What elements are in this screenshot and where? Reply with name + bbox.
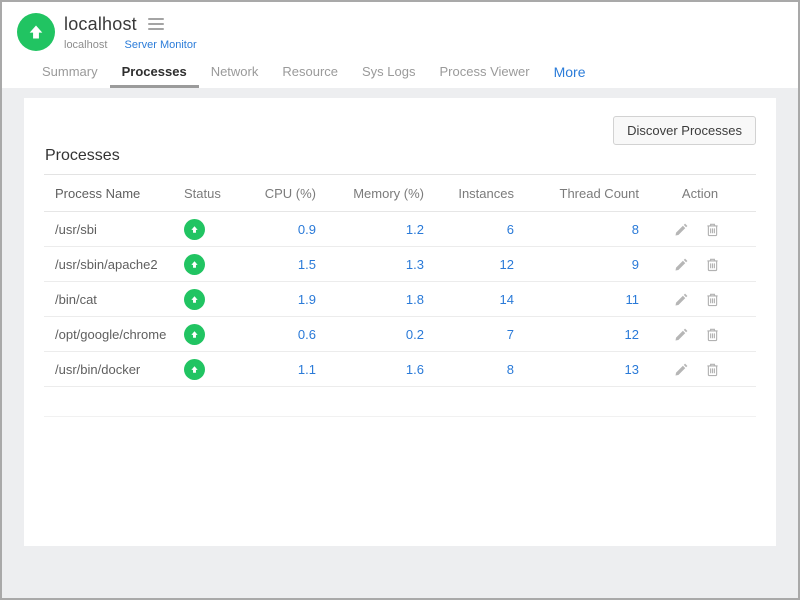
server-monitor-link[interactable]: Server Monitor: [124, 39, 196, 51]
empty-table-row: [44, 386, 756, 417]
pencil-icon[interactable]: [674, 362, 689, 377]
status-up-icon: [184, 253, 205, 275]
page-title: localhost: [64, 13, 137, 34]
cpu-value[interactable]: 1.5: [244, 246, 321, 282]
memory-value[interactable]: 1.6: [321, 351, 429, 387]
memory-value[interactable]: 1.3: [321, 246, 429, 282]
column-header-action: Action: [644, 175, 756, 212]
tab-processes[interactable]: Processes: [109, 58, 199, 88]
cpu-value[interactable]: 1.9: [244, 281, 321, 317]
tab-bar: Summary Processes Network Resource Sys L…: [17, 58, 798, 88]
process-name: /bin/cat: [44, 281, 179, 317]
instances-value[interactable]: 8: [429, 351, 519, 387]
tab-more[interactable]: More: [542, 58, 598, 88]
status-up-icon: [184, 358, 205, 380]
memory-value[interactable]: 0.2: [321, 316, 429, 352]
instances-value[interactable]: 7: [429, 316, 519, 352]
tab-summary[interactable]: Summary: [30, 58, 110, 88]
pencil-icon[interactable]: [674, 222, 689, 237]
trash-icon[interactable]: [705, 362, 720, 377]
threads-value[interactable]: 12: [519, 316, 644, 352]
trash-icon[interactable]: [705, 257, 720, 272]
table-row: /usr/sbin/apache2 1.5 1.3 12 9: [44, 246, 756, 282]
tab-process-viewer[interactable]: Process Viewer: [428, 58, 542, 88]
memory-value[interactable]: 1.8: [321, 281, 429, 317]
pencil-icon[interactable]: [674, 257, 689, 272]
threads-value[interactable]: 9: [519, 246, 644, 282]
instances-value[interactable]: 6: [429, 211, 519, 247]
breadcrumb: localhost Server Monitor: [64, 39, 197, 51]
cpu-value[interactable]: 1.1: [244, 351, 321, 387]
discover-processes-button[interactable]: Discover Processes: [613, 116, 756, 145]
column-header-process-name: Process Name: [44, 175, 179, 212]
pencil-icon[interactable]: [674, 292, 689, 307]
tab-resource[interactable]: Resource: [270, 58, 350, 88]
process-name: /usr/sbin/apache2: [44, 246, 179, 282]
instances-value[interactable]: 14: [429, 281, 519, 317]
status-up-icon: [184, 288, 205, 310]
table-header-row: Process Name Status CPU (%) Memory (%) I…: [44, 175, 756, 212]
app-header: localhost localhost Server Monitor Summa…: [2, 2, 798, 88]
status-up-icon: [184, 218, 205, 240]
table-row: /usr/bin/docker 1.1 1.6 8 13: [44, 351, 756, 387]
section-title: Processes: [44, 147, 756, 175]
processes-table: Process Name Status CPU (%) Memory (%) I…: [44, 175, 756, 417]
pencil-icon[interactable]: [674, 327, 689, 342]
column-header-memory: Memory (%): [321, 175, 429, 212]
table-row: /bin/cat 1.9 1.8 14 11: [44, 281, 756, 317]
host-status-icon: [17, 13, 55, 51]
page-content: Discover Processes Processes Process Nam…: [2, 88, 798, 598]
instances-value[interactable]: 12: [429, 246, 519, 282]
column-header-status: Status: [179, 175, 244, 212]
processes-card: Discover Processes Processes Process Nam…: [24, 98, 776, 546]
table-row: /usr/sbi 0.9 1.2 6 8: [44, 211, 756, 247]
tab-sys-logs[interactable]: Sys Logs: [350, 58, 427, 88]
breadcrumb-host: localhost: [64, 39, 108, 51]
column-header-instances: Instances: [429, 175, 519, 212]
threads-value[interactable]: 11: [519, 281, 644, 317]
threads-value[interactable]: 8: [519, 211, 644, 247]
threads-value[interactable]: 13: [519, 351, 644, 387]
up-arrow-icon: [29, 25, 43, 39]
tab-network[interactable]: Network: [199, 58, 271, 88]
column-header-thread-count: Thread Count: [519, 175, 644, 212]
memory-value[interactable]: 1.2: [321, 211, 429, 247]
process-name: /opt/google/chrome: [44, 316, 179, 352]
trash-icon[interactable]: [705, 292, 720, 307]
status-up-icon: [184, 323, 205, 345]
trash-icon[interactable]: [705, 222, 720, 237]
cpu-value[interactable]: 0.9: [244, 211, 321, 247]
cpu-value[interactable]: 0.6: [244, 316, 321, 352]
process-name: /usr/sbi: [44, 211, 179, 247]
column-header-cpu: CPU (%): [244, 175, 321, 212]
table-row: /opt/google/chrome 0.6 0.2 7 12: [44, 316, 756, 352]
hamburger-icon[interactable]: [147, 16, 164, 32]
process-name: /usr/bin/docker: [44, 351, 179, 387]
trash-icon[interactable]: [705, 327, 720, 342]
